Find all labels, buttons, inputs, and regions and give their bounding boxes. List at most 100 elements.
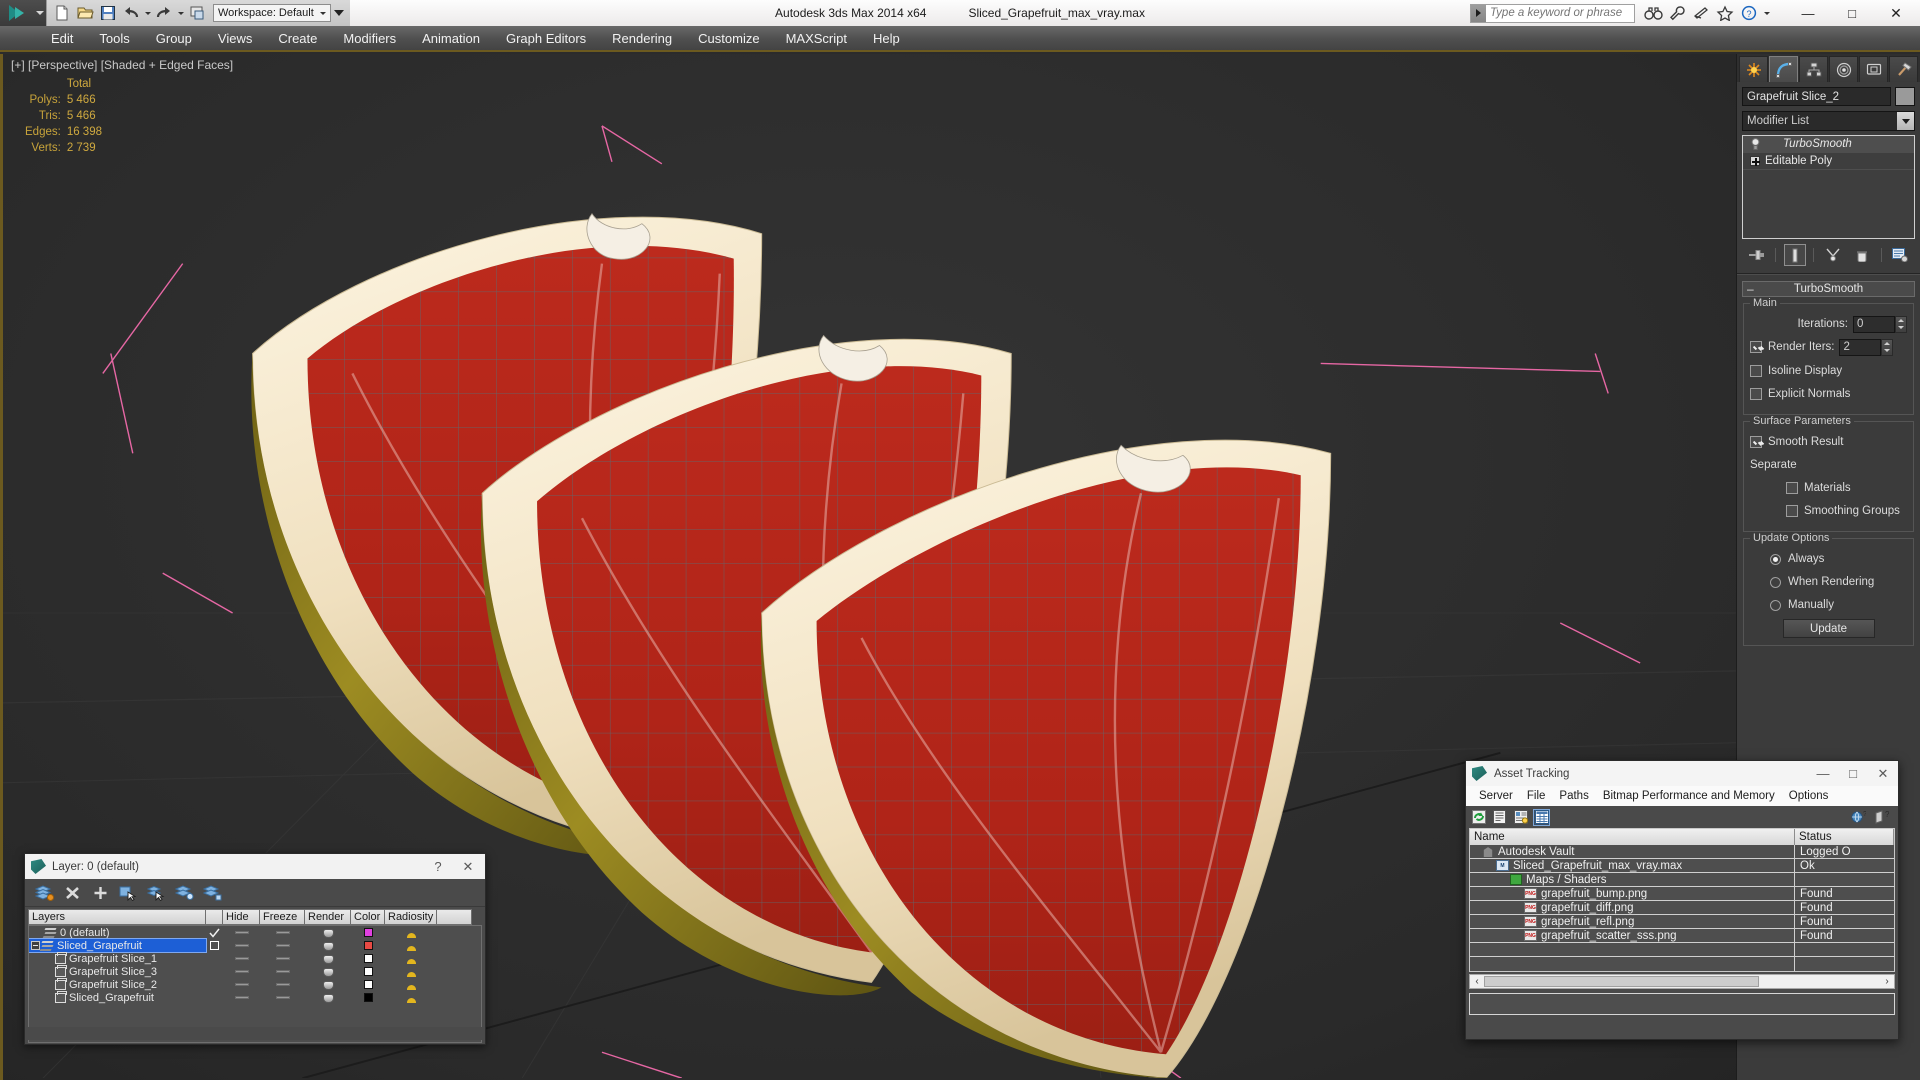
layer-radiosity-cell[interactable] — [385, 978, 437, 991]
layer-row[interactable]: Sliced_Grapefruit — [29, 990, 481, 1004]
asset-tracking-dialog[interactable]: Asset Tracking — □ ✕ Server File Paths B… — [1465, 760, 1899, 1040]
make-unique-icon[interactable] — [1822, 244, 1844, 266]
asset-minimize-button[interactable]: — — [1808, 761, 1838, 786]
display-tab[interactable] — [1859, 56, 1888, 82]
hierarchy-tab[interactable] — [1799, 56, 1828, 82]
col-name[interactable]: Name — [1470, 829, 1795, 845]
layer-active-check[interactable] — [206, 939, 223, 952]
isoline-display-checkbox[interactable] — [1750, 365, 1762, 377]
layer-radiosity-cell[interactable] — [385, 991, 437, 1004]
modifier-list-dropdown[interactable]: Modifier List — [1742, 111, 1915, 131]
menu-paths[interactable]: Paths — [1552, 788, 1595, 804]
new-file-icon[interactable] — [51, 2, 73, 24]
undo-icon[interactable] — [120, 2, 142, 24]
layer-row[interactable]: Grapefruit Slice_1 — [29, 951, 481, 965]
utilities-tab[interactable] — [1889, 56, 1918, 82]
layer-row[interactable]: Sliced_Grapefruit — [29, 938, 481, 953]
layer-horizontal-scrollbar[interactable] — [28, 1027, 482, 1040]
menu-file[interactable]: File — [1520, 788, 1553, 804]
asset-row[interactable] — [1470, 957, 1894, 971]
scrollbar-thumb[interactable] — [1484, 976, 1759, 987]
hide-layer-icon[interactable] — [173, 882, 195, 904]
layer-row[interactable]: Grapefruit Slice_2 — [29, 977, 481, 991]
asset-row[interactable]: PNG grapefruit_bump.png Found — [1470, 887, 1894, 901]
layer-render-cell[interactable] — [305, 939, 351, 952]
layer-radiosity-cell[interactable] — [385, 939, 437, 952]
layer-render-cell[interactable] — [305, 926, 351, 939]
remove-modifier-icon[interactable] — [1851, 244, 1873, 266]
turbosmooth-rollout-header[interactable]: – TurboSmooth — [1742, 281, 1915, 297]
menu-rendering[interactable]: Rendering — [599, 28, 685, 49]
motion-tab[interactable] — [1829, 56, 1858, 82]
layer-hide-cell[interactable] — [223, 965, 260, 978]
update-button[interactable]: Update — [1782, 619, 1875, 638]
layer-name-cell[interactable]: 0 (default) — [29, 926, 206, 939]
layer-color-cell[interactable] — [351, 965, 385, 978]
asset-maximize-button[interactable]: □ — [1838, 761, 1868, 786]
help-dropdown-icon[interactable] — [1761, 1, 1772, 25]
layer-list[interactable]: 0 (default) Sliced_Grapefruit Grapefruit… — [28, 925, 482, 1043]
star-icon[interactable] — [1713, 1, 1737, 25]
project-folder-icon[interactable] — [186, 2, 208, 24]
layer-name-cell[interactable]: Grapefruit Slice_1 — [29, 951, 206, 965]
layer-freeze-cell[interactable] — [260, 965, 305, 978]
menu-group[interactable]: Group — [143, 28, 205, 49]
maximize-button[interactable]: □ — [1830, 0, 1874, 26]
help-globe-icon[interactable]: ? — [1850, 809, 1867, 826]
layer-color-cell[interactable] — [351, 991, 385, 1004]
modifier-stack[interactable]: TurboSmooth Editable Poly — [1742, 135, 1915, 239]
layer-active-check[interactable] — [206, 926, 223, 939]
layer-freeze-cell[interactable] — [260, 991, 305, 1004]
layer-render-cell[interactable] — [305, 965, 351, 978]
layer-name-cell[interactable]: Grapefruit Slice_2 — [29, 977, 206, 991]
expander-icon[interactable] — [31, 941, 40, 950]
asset-close-button[interactable]: ✕ — [1868, 761, 1898, 786]
modify-tab[interactable] — [1769, 56, 1798, 82]
create-new-layer-icon[interactable] — [33, 882, 55, 904]
workspace-dropdown-button[interactable] — [332, 3, 346, 23]
open-file-icon[interactable] — [74, 2, 96, 24]
layer-render-cell[interactable] — [305, 952, 351, 965]
layer-radiosity-cell[interactable] — [385, 926, 437, 939]
update-when-rendering-radio[interactable] — [1770, 576, 1781, 588]
list-view-icon[interactable] — [1491, 809, 1508, 826]
delete-layer-icon[interactable] — [61, 882, 83, 904]
asset-horizontal-scrollbar[interactable]: ‹ › — [1469, 974, 1895, 989]
layer-hide-cell[interactable] — [223, 952, 260, 965]
app-menu-dropdown[interactable] — [34, 0, 46, 26]
select-objects-icon[interactable] — [117, 882, 139, 904]
layer-render-cell[interactable] — [305, 978, 351, 991]
asset-row[interactable]: PNG grapefruit_scatter_sss.png Found — [1470, 929, 1894, 943]
redo-icon[interactable] — [153, 2, 175, 24]
help-question-icon[interactable]: ? — [1873, 809, 1890, 826]
layer-name-cell[interactable]: Sliced_Grapefruit — [29, 938, 207, 953]
layer-close-button[interactable]: ✕ — [453, 854, 483, 879]
add-layer-icon[interactable] — [89, 882, 111, 904]
menu-tools[interactable]: Tools — [86, 28, 142, 49]
layer-help-button[interactable]: ? — [423, 854, 453, 879]
asset-row[interactable]: PNG grapefruit_refl.png Found — [1470, 915, 1894, 929]
menu-server[interactable]: Server — [1472, 788, 1520, 804]
layer-dialog[interactable]: Layer: 0 (default) ? ✕ Layers Hide Freez… — [24, 853, 486, 1045]
render-iters-input[interactable]: 2 — [1839, 338, 1882, 356]
materials-checkbox[interactable] — [1786, 482, 1798, 494]
layer-freeze-cell[interactable] — [260, 978, 305, 991]
asset-row[interactable]: Maps / Shaders — [1470, 873, 1894, 887]
asset-row[interactable]: Autodesk Vault Logged O — [1470, 845, 1894, 859]
col-status[interactable]: Status — [1795, 829, 1894, 845]
satellite-icon[interactable] — [1689, 1, 1713, 25]
asset-row[interactable] — [1470, 943, 1894, 957]
help-icon[interactable]: ? — [1737, 1, 1761, 25]
show-end-result-icon[interactable] — [1783, 244, 1806, 266]
update-manually-radio[interactable] — [1770, 599, 1781, 611]
scroll-right-button[interactable]: › — [1880, 975, 1894, 988]
wrench-icon[interactable] — [1665, 1, 1689, 25]
create-tab[interactable] — [1739, 56, 1768, 82]
menu-help[interactable]: Help — [860, 28, 913, 49]
detail-view-icon[interactable] — [1512, 809, 1529, 826]
asset-row[interactable]: PNG grapefruit_diff.png Found — [1470, 901, 1894, 915]
layer-freeze-cell[interactable] — [260, 926, 305, 939]
configure-sets-icon[interactable] — [1889, 244, 1911, 266]
menu-edit[interactable]: Edit — [38, 28, 86, 49]
render-iters-checkbox[interactable] — [1750, 341, 1762, 353]
